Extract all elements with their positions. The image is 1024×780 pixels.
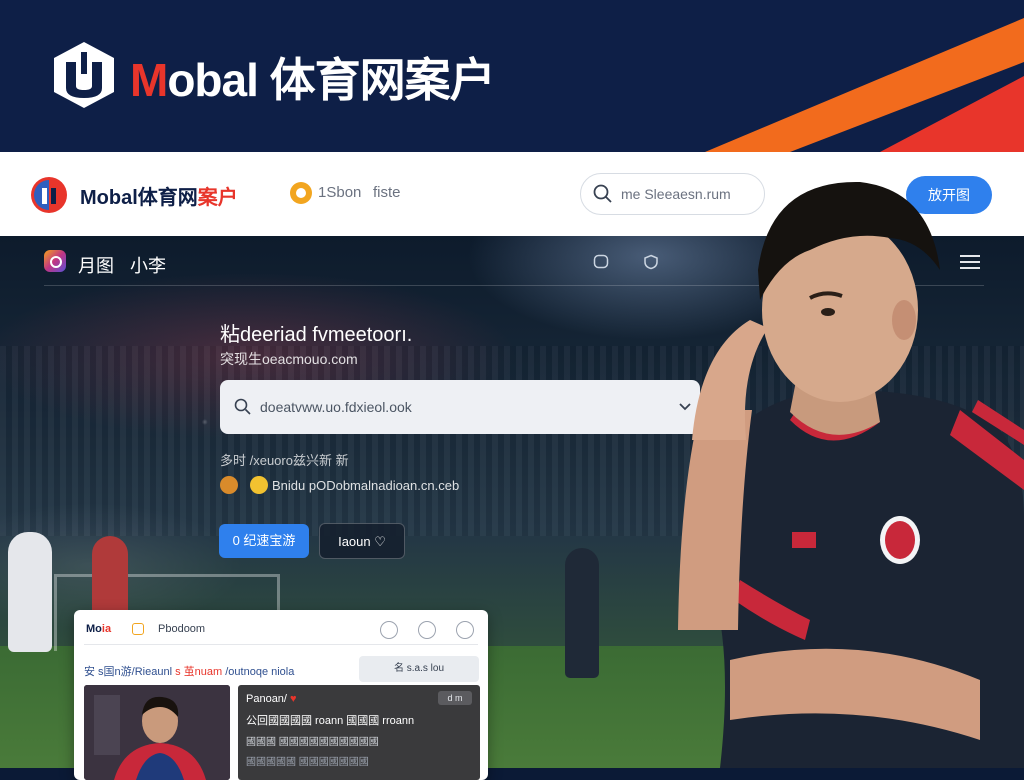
card-brand: Moia: [86, 623, 111, 635]
hero-info-text: Bnidu pODobmalnadioan.cn.ceb: [272, 478, 460, 493]
search-icon: [593, 184, 612, 203]
hero-title: 粘deeriad fvmeetoorı.: [220, 324, 413, 346]
brand-title: Mobal 体育网案户: [130, 44, 496, 110]
card-divider: [84, 644, 478, 645]
header-brand-main: Mobal体育网: [80, 187, 198, 209]
hero-search-placeholder: doeatvww.uo.fdxieol.ook: [260, 399, 412, 415]
card-player-photo[interactable]: [84, 685, 230, 780]
hero-nav-item-1[interactable]: 月图: [78, 252, 114, 278]
brand-title-m: M: [130, 54, 168, 106]
card-pill-button[interactable]: 名 s.a.s lou: [359, 656, 479, 682]
brand-title-rest: obal 体育网案户: [167, 54, 495, 106]
card-brand-accent: ia: [101, 623, 112, 635]
card-tag-rest: /outnoqe niola: [222, 666, 295, 678]
card-share-icon[interactable]: [456, 621, 474, 639]
card-heart-icon[interactable]: [380, 621, 398, 639]
card-tag-red: s 茧nuam: [175, 666, 223, 678]
background-player: [565, 548, 599, 678]
header-brand[interactable]: Mobal体育网案户: [80, 181, 238, 210]
card-info-badge: d m: [438, 691, 472, 705]
card-search-icon[interactable]: [418, 621, 436, 639]
header-link-1[interactable]: 1Sbon: [318, 184, 361, 201]
hero-search-input[interactable]: doeatvww.uo.fdxieol.ook: [220, 380, 700, 434]
hero-nav-item-2[interactable]: 小李: [130, 252, 166, 278]
hero-subtitle: 突现生oeacmouo.com: [220, 351, 358, 367]
header-link-2[interactable]: fiste: [373, 184, 401, 201]
badge-icon: [250, 476, 268, 494]
card-info-line-2: 公回國國國國 roann 國國國 rroann: [246, 715, 415, 727]
card-info-panel[interactable]: Panoan/ ♥ d m 公回國國國國 roann 國國國 rroann 國國…: [238, 685, 480, 780]
card-tag-blue: 安 s国n游/Rieaunl: [84, 666, 173, 678]
hero-primary-button[interactable]: 0 纪速宝游: [219, 524, 309, 558]
instagram-icon[interactable]: [44, 250, 66, 272]
chat-icon[interactable]: [593, 254, 609, 270]
brand-banner: Mobal 体育网案户: [0, 0, 1024, 152]
header-brand-accent: 案户: [197, 187, 238, 209]
card-info-title: Panoan/ ♥: [246, 693, 297, 705]
shield-icon[interactable]: [643, 254, 659, 270]
card-info-title-text: Panoan/: [246, 693, 287, 705]
card-photo-art: [84, 685, 230, 780]
card-tagline: 安 s国n游/Rieaunl s 茧nuam /outnoqe niola: [84, 663, 294, 679]
preview-card[interactable]: Moia Pbodoom 安 s国n游/Rieaunl s 茧nuam /out…: [74, 610, 488, 780]
heart-icon: ♥: [290, 693, 297, 705]
site-logo-icon[interactable]: [30, 176, 70, 214]
football-player-photo: [678, 181, 1024, 768]
card-link[interactable]: Pbodoom: [158, 623, 205, 635]
shield-logo-icon: [54, 42, 114, 108]
card-info-line-3: 國國國 國國國國國國國國國國: [246, 737, 379, 748]
hero-secondary-button[interactable]: Iaoun ♡: [319, 523, 405, 559]
search-icon: [234, 398, 251, 415]
avatar-icon: [220, 476, 238, 494]
hero-note: 多时 /xeuoro兹兴新 新: [220, 453, 349, 468]
background-player: [8, 532, 52, 652]
card-brand-main: Mo: [86, 623, 102, 635]
coin-icon: [290, 182, 312, 204]
card-coin-icon: [132, 623, 144, 635]
card-info-line-4: 國國國國國 國國國國國國國: [246, 757, 369, 768]
